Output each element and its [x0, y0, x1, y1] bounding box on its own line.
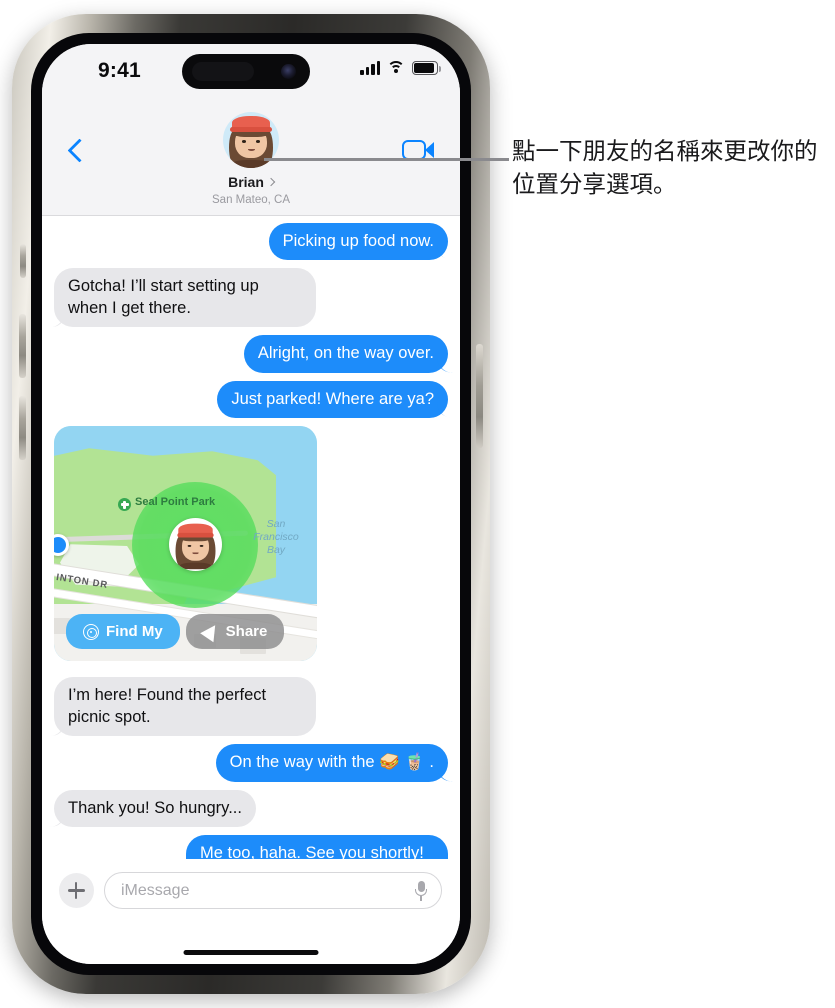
map-action-buttons: Find My Share — [66, 614, 285, 650]
iphone-device-frame: 9:41 Brian San Mateo, CA Picking up food… — [12, 14, 490, 994]
device-bezel: 9:41 Brian San Mateo, CA Picking up food… — [31, 33, 471, 975]
chevron-right-icon — [266, 177, 276, 187]
contact-name-label: Brian — [228, 174, 264, 190]
message-bubble-outgoing[interactable]: Alright, on the way over. — [243, 335, 448, 373]
message-row: Thank you! So hungry... — [54, 789, 448, 827]
message-bubble-incoming[interactable]: Gotcha! I’ll start setting up when I get… — [54, 268, 316, 328]
message-row: On the way with the 🥪 🧋 . — [54, 744, 448, 782]
battery-full-icon — [412, 61, 441, 75]
message-bubble-outgoing[interactable]: Just parked! Where are ya? — [217, 380, 448, 419]
status-time: 9:41 — [98, 59, 141, 82]
device-screen: 9:41 Brian San Mateo, CA Picking up food… — [42, 44, 460, 964]
message-row: Alright, on the way over. — [54, 335, 448, 373]
radar-icon — [83, 623, 99, 640]
message-bubble-incoming[interactable]: Thank you! So hungry... — [54, 789, 256, 827]
message-input-field[interactable]: iMessage — [104, 872, 442, 909]
find-my-label: Find My — [106, 623, 163, 641]
dynamic-island — [182, 54, 310, 89]
microphone-icon[interactable] — [415, 881, 427, 902]
memoji-art-map — [171, 520, 220, 570]
map-park-label: Seal Point Park — [135, 496, 216, 509]
navigation-arrow-icon — [199, 620, 222, 643]
message-bubble-incoming[interactable]: I’m here! Found the perfect picnic spot. — [54, 677, 316, 737]
front-camera-icon — [281, 64, 296, 79]
shared-location-map[interactable]: INTON DR Seal Point Park San Francisco B… — [54, 426, 317, 662]
message-row: I’m here! Found the perfect picnic spot. — [54, 677, 448, 737]
message-input-placeholder: iMessage — [121, 882, 190, 899]
person-location-pin[interactable] — [169, 518, 222, 572]
plus-icon[interactable] — [59, 873, 94, 908]
message-list[interactable]: Picking up food now. Gotcha! I’ll start … — [42, 217, 460, 910]
cellular-signal-icon — [360, 60, 380, 75]
map-bay-label: San Francisco Bay — [253, 518, 299, 557]
share-button[interactable]: Share — [185, 614, 285, 650]
volume-up-button[interactable] — [19, 314, 26, 378]
wifi-icon — [387, 60, 405, 75]
message-bubble-outgoing[interactable]: On the way with the 🥪 🧋 . — [215, 744, 448, 782]
contact-location-label: San Mateo, CA — [212, 194, 290, 206]
share-label: Share — [225, 623, 268, 641]
message-row: Picking up food now. — [54, 223, 448, 261]
silence-switch[interactable] — [20, 244, 26, 278]
find-my-button[interactable]: Find My — [66, 614, 180, 650]
callout-text: 點一下朋友的名稱來更改你的位置分享選項。 — [512, 138, 818, 198]
volume-down-button[interactable] — [19, 396, 26, 460]
message-input-bar: iMessage — [42, 859, 460, 964]
screenshot-root: 9:41 Brian San Mateo, CA Picking up food… — [0, 0, 835, 1008]
message-row-map: INTON DR Seal Point Park San Francisco B… — [54, 426, 448, 669]
contact-name-button[interactable]: Brian — [228, 174, 276, 190]
home-indicator[interactable] — [183, 950, 319, 955]
status-bar: 9:41 — [42, 44, 460, 100]
message-bubble-outgoing[interactable]: Picking up food now. — [268, 223, 448, 261]
earpiece-speaker — [192, 62, 254, 81]
message-row: Just parked! Where are ya? — [54, 380, 448, 419]
power-button[interactable] — [476, 344, 483, 448]
callout-leader-line — [264, 158, 509, 161]
message-row: Gotcha! I’ll start setting up when I get… — [54, 268, 448, 328]
status-indicators — [360, 60, 441, 75]
